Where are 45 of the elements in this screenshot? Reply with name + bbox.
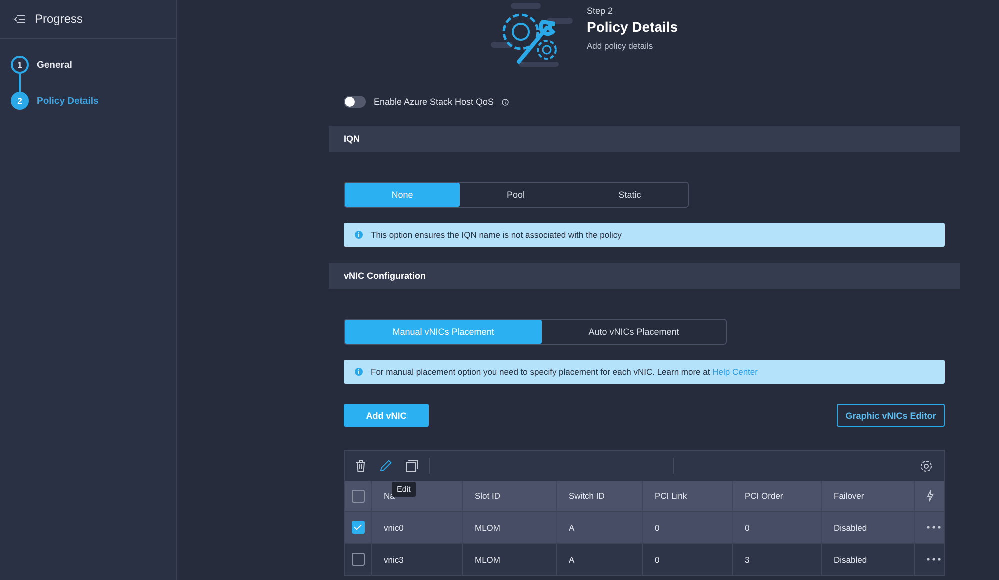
table-cell: Disabled <box>834 522 868 532</box>
segment-tab[interactable]: Static <box>572 183 688 207</box>
section-title: vNIC Configuration <box>344 271 426 281</box>
table-cell: 0 <box>655 522 660 532</box>
info-icon <box>355 231 363 239</box>
column-header[interactable]: PCI Link <box>655 491 688 501</box>
sidebar-title: Progress <box>35 12 84 26</box>
info-icon[interactable] <box>502 98 510 106</box>
column-header[interactable]: Switch ID <box>569 491 605 501</box>
edit-tooltip: Edit <box>392 482 416 497</box>
wizard-step[interactable]: 1 General <box>11 56 176 74</box>
segment-tab[interactable]: Pool <box>460 183 572 207</box>
table-cell: Disabled <box>834 554 868 564</box>
collapse-menu-icon[interactable] <box>14 14 25 24</box>
qos-toggle[interactable] <box>344 96 366 108</box>
toggle-label: Enable Azure Stack Host QoS <box>374 97 494 107</box>
info-text: For manual placement option you need to specify placement for each vNIC. Learn more at Help Center <box>371 367 758 377</box>
table-cell: 3 <box>745 554 750 564</box>
segment-tab[interactable]: Auto vNICs Placement <box>542 320 726 344</box>
copy-icon[interactable] <box>403 460 421 472</box>
table-cell: A <box>569 522 575 532</box>
info-text: This option ensures the IQN name is not associated with the policy <box>371 230 622 240</box>
table-cell: MLOM <box>475 522 500 532</box>
graphic-editor-button[interactable]: Graphic vNICs Editor <box>837 404 945 427</box>
step-label: Step 2 <box>587 6 614 16</box>
checkbox[interactable] <box>352 521 364 534</box>
table-cell: A <box>569 554 575 564</box>
section-title: IQN <box>344 134 360 144</box>
page-title: Policy Details <box>587 19 678 35</box>
column-header[interactable]: PCI Order <box>745 491 784 501</box>
table-cell: vnic0 <box>384 522 404 532</box>
more-icon[interactable] <box>927 526 941 529</box>
table-cell: vnic3 <box>384 554 404 564</box>
checkbox[interactable] <box>352 490 364 502</box>
table-cell: MLOM <box>475 554 500 564</box>
column-header[interactable]: Failover <box>834 491 864 501</box>
table-cell: 0 <box>655 554 660 564</box>
info-icon <box>355 368 363 376</box>
column-header[interactable]: Slot ID <box>475 491 501 501</box>
lightning-icon <box>927 490 934 502</box>
more-icon[interactable] <box>927 558 941 561</box>
page-subtitle: Add policy details <box>587 41 654 51</box>
table-cell: 0 <box>745 522 750 532</box>
wizard-step[interactable]: 2 Policy Details <box>11 92 176 110</box>
checkbox[interactable] <box>352 553 364 566</box>
